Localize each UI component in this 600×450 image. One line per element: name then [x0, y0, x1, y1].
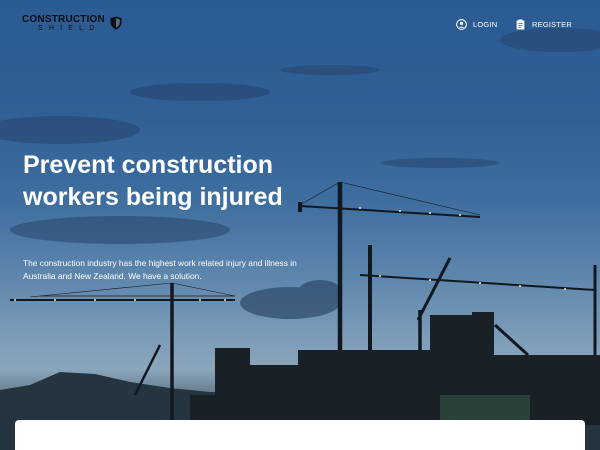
- brand-subtitle: SHIELD: [38, 25, 101, 32]
- brand-logo[interactable]: CONSTRUCTION SHIELD: [22, 14, 132, 36]
- user-icon: [456, 18, 467, 30]
- site-header: CONSTRUCTION SHIELD LOGIN REGISTER: [0, 0, 600, 48]
- hero-title: Prevent construction workers being injur…: [23, 151, 283, 211]
- shield-icon: [110, 16, 122, 30]
- clipboard-icon: [516, 18, 525, 30]
- register-link[interactable]: REGISTER: [515, 17, 572, 31]
- content-card: [15, 420, 585, 450]
- login-link[interactable]: LOGIN: [456, 17, 497, 31]
- register-label: REGISTER: [532, 19, 572, 29]
- login-label: LOGIN: [473, 19, 498, 29]
- hero-section: CONSTRUCTION SHIELD LOGIN REGISTER Preve…: [0, 0, 600, 450]
- hero-description: The construction industry has the highes…: [23, 258, 297, 281]
- construction-site-background: [0, 28, 600, 450]
